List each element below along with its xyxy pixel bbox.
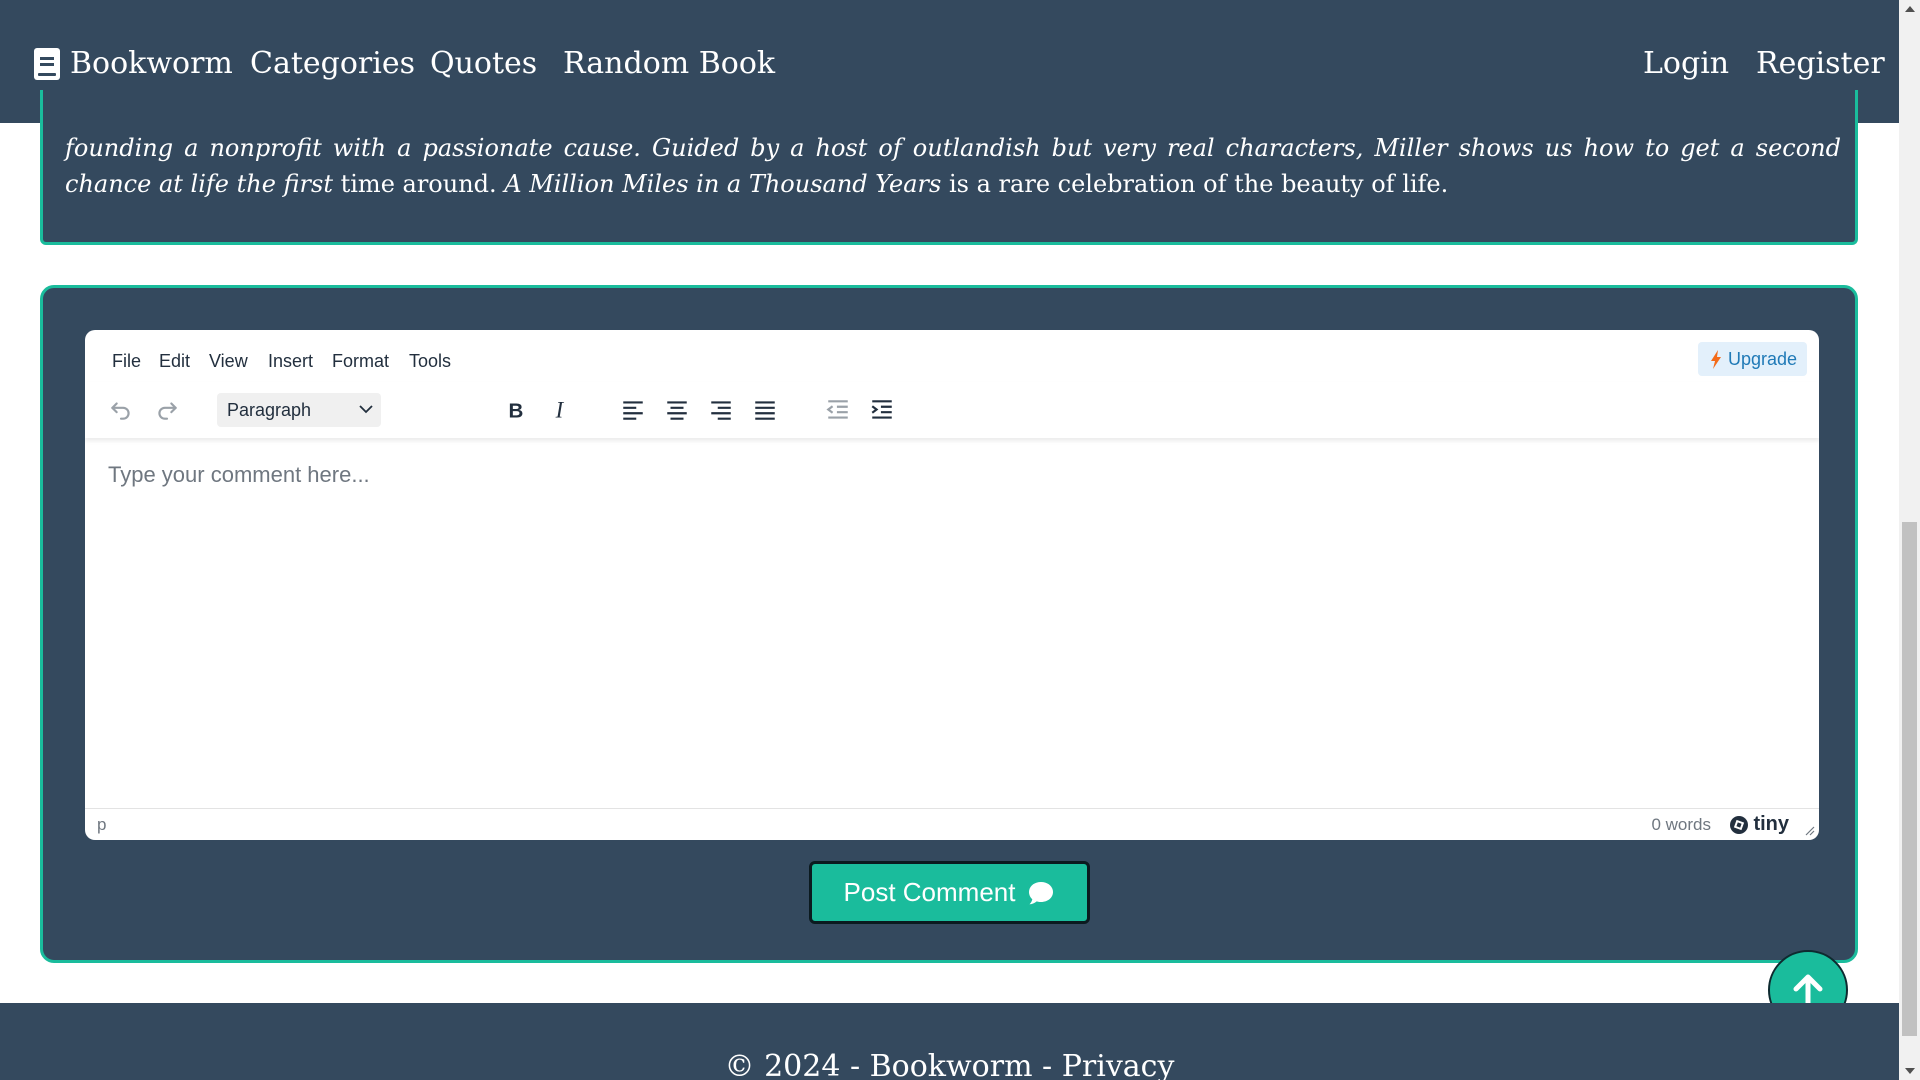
footer-text: © 2024 - Bookworm - Privacy [724,1049,1175,1080]
resize-icon[interactable] [1805,826,1815,836]
description-line-2-post: is a rare celebration of the beauty of l… [949,170,1449,198]
align-justify-icon [755,401,775,420]
redo-button[interactable] [149,392,185,428]
block-format-value: Paragraph [227,400,312,420]
page-scrollbar[interactable] [1899,0,1920,1080]
align-center-button[interactable] [659,392,695,428]
outdent-button[interactable] [820,392,856,428]
align-left-button[interactable] [615,392,651,428]
description-line-2-pre: time around. [340,170,497,198]
align-right-button[interactable] [703,392,739,428]
menu-edit[interactable]: Edit [159,350,190,372]
element-path[interactable]: p [97,815,106,835]
tiny-brand-link[interactable]: tiny [1729,813,1789,836]
align-left-icon [623,401,643,420]
align-center-icon [667,401,687,420]
upgrade-label: Upgrade [1727,349,1797,369]
menu-format[interactable]: Format [332,350,389,372]
nav-quotes[interactable]: Quotes [430,44,537,84]
indent-icon [871,400,892,419]
italic-button[interactable]: I [542,392,578,428]
editor-toolbar: Paragraph B I [85,382,1819,438]
comment-placeholder: Type your comment here... [108,462,370,487]
word-count[interactable]: 0 words [1651,815,1711,835]
bolt-icon [1710,350,1721,369]
menu-view[interactable]: View [209,350,248,372]
comment-input[interactable]: Type your comment here... [85,438,1819,792]
tiny-logo-icon [1730,815,1749,834]
align-right-icon [711,401,731,420]
align-justify-button[interactable] [747,392,783,428]
tiny-brand-label: tiny [1753,813,1789,835]
footer: © 2024 - Bookworm - Privacy [0,1003,1899,1080]
menu-insert[interactable]: Insert [268,350,313,372]
editor-menubar: File Edit View Insert Format Tools Upgra… [85,330,1819,382]
bold-icon: B [509,400,524,423]
book-description-panel: founding a nonprofit with a passionate c… [40,90,1858,245]
svg-text:I: I [555,398,565,423]
rich-text-editor: File Edit View Insert Format Tools Upgra… [85,330,1819,840]
book-description: founding a nonprofit with a passionate c… [65,130,1841,202]
post-comment-button[interactable]: Post Comment [809,861,1090,924]
book-icon [34,48,60,80]
menu-file[interactable]: File [112,350,141,372]
post-comment-label: Post Comment [843,877,1016,907]
nav-login[interactable]: Login [1643,44,1729,84]
undo-icon [111,402,130,420]
block-format-select[interactable]: Paragraph [217,393,381,427]
scroll-down-icon[interactable] [1905,1068,1915,1074]
svg-text:B: B [509,400,524,423]
nav-random-book[interactable]: Random Book [563,44,775,84]
comment-icon [1029,881,1054,904]
scroll-up-icon[interactable] [1905,6,1915,12]
menu-tools[interactable]: Tools [409,350,451,372]
nav-register[interactable]: Register [1756,44,1885,84]
scroll-thumb[interactable] [1902,522,1917,1036]
editor-statusbar: p 0 words tiny [85,808,1819,840]
italic-icon: I [555,398,565,423]
upgrade-button[interactable]: Upgrade [1697,342,1807,376]
undo-button[interactable] [103,392,139,428]
outdent-icon [826,400,848,419]
indent-button[interactable] [864,392,900,428]
chevron-down-icon [359,405,373,414]
brand-link[interactable]: Bookworm [34,44,233,84]
bold-button[interactable]: B [497,392,533,428]
comment-panel: File Edit View Insert Format Tools Upgra… [40,285,1858,963]
description-book-title: A Million Miles in a Thousand Years [504,170,942,198]
nav-categories[interactable]: Categories [250,44,415,84]
brand-label: Bookworm [70,46,233,81]
redo-icon [158,402,177,420]
